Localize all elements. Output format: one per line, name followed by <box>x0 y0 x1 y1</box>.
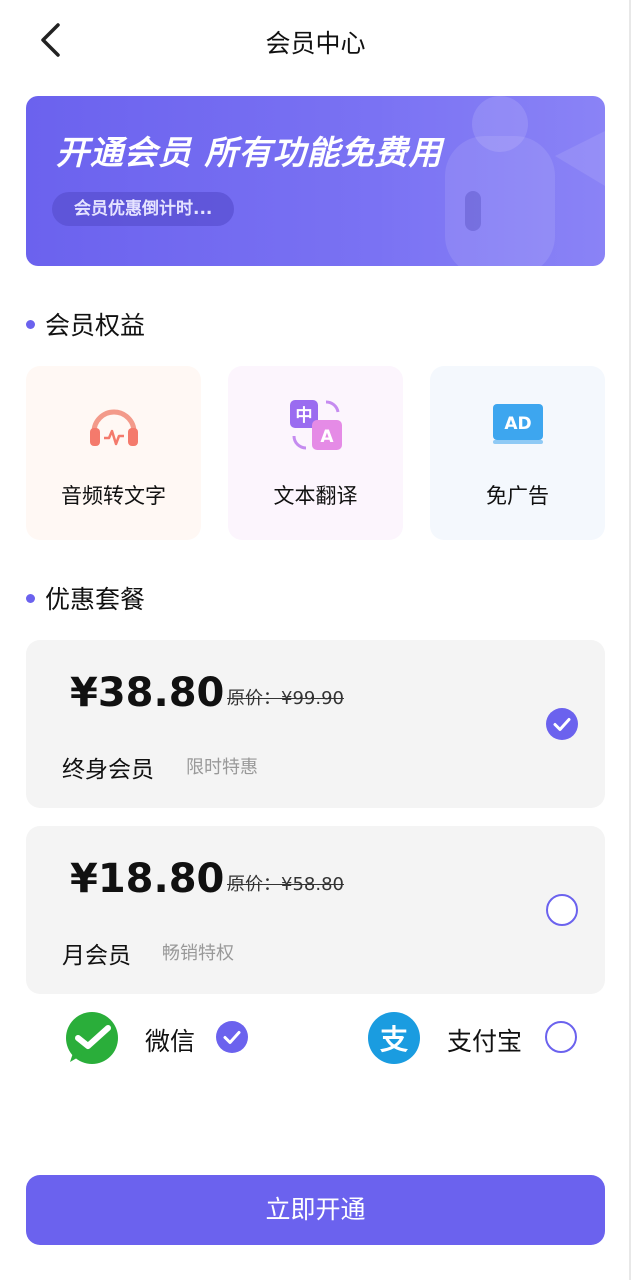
benefit-audio-to-text[interactable]: 音频转文字 <box>26 366 201 540</box>
svg-text:A: A <box>320 427 334 447</box>
plan-original-price: 原价：¥99.90 <box>227 688 344 709</box>
activate-button[interactable]: 立即开通 <box>26 1175 605 1245</box>
benefits-section-title: 会员权益 <box>26 306 145 342</box>
check-icon <box>553 718 571 731</box>
plan-lifetime[interactable]: ¥38.80 原价：¥99.90 终身会员 限时特惠 <box>26 640 605 808</box>
plan-monthly[interactable]: ¥18.80 原价：¥58.80 月会员 畅销特权 <box>26 826 605 994</box>
header: 会员中心 <box>0 0 631 82</box>
svg-text:AD: AD <box>504 414 531 434</box>
page-title: 会员中心 <box>265 29 366 58</box>
svg-text:支: 支 <box>380 1023 408 1056</box>
membership-banner: 开通会员 所有功能免费用 会员优惠倒计时... <box>26 96 605 266</box>
translate-icon: 中 A <box>289 400 342 450</box>
alipay-icon: 支 <box>368 1012 420 1064</box>
plan-price: ¥38.80 <box>70 670 225 716</box>
bullet-dot <box>26 593 35 603</box>
benefit-label: 文本翻译 <box>273 484 358 508</box>
plan-tag: 畅销特权 <box>162 943 234 964</box>
ad-icon: AD <box>492 404 543 444</box>
plan-radio-checked[interactable] <box>546 708 578 740</box>
countdown-badge: 会员优惠倒计时... <box>52 192 235 226</box>
alipay-radio-unchecked[interactable] <box>545 1021 577 1053</box>
benefit-label: 免广告 <box>486 484 549 508</box>
benefit-no-ads[interactable]: AD 免广告 <box>430 366 605 540</box>
wechat-icon <box>66 1012 118 1064</box>
section-title-text: 会员权益 <box>45 311 146 340</box>
banner-title: 开通会员 所有功能免费用 <box>56 133 443 172</box>
benefit-translate[interactable]: 中 A 文本翻译 <box>228 366 403 540</box>
headphone-icon <box>89 409 138 446</box>
wechat-pay-label[interactable]: 微信 <box>145 1022 195 1058</box>
plan-name: 终身会员 <box>62 757 154 783</box>
plan-name: 月会员 <box>62 943 131 969</box>
check-icon <box>223 1031 241 1044</box>
plans-section-title: 优惠套餐 <box>26 580 145 616</box>
benefit-label: 音频转文字 <box>61 484 166 508</box>
section-title-text: 优惠套餐 <box>45 585 146 614</box>
plan-tag: 限时特惠 <box>186 757 258 778</box>
mascot-decoration <box>445 96 605 266</box>
plan-radio-unchecked[interactable] <box>546 894 578 926</box>
bullet-dot <box>26 319 35 329</box>
wechat-radio-checked[interactable] <box>216 1021 248 1053</box>
svg-text:中: 中 <box>295 405 312 426</box>
alipay-pay-label[interactable]: 支付宝 <box>447 1022 522 1058</box>
plan-price: ¥18.80 <box>70 856 225 902</box>
plan-original-price: 原价：¥58.80 <box>227 874 344 895</box>
